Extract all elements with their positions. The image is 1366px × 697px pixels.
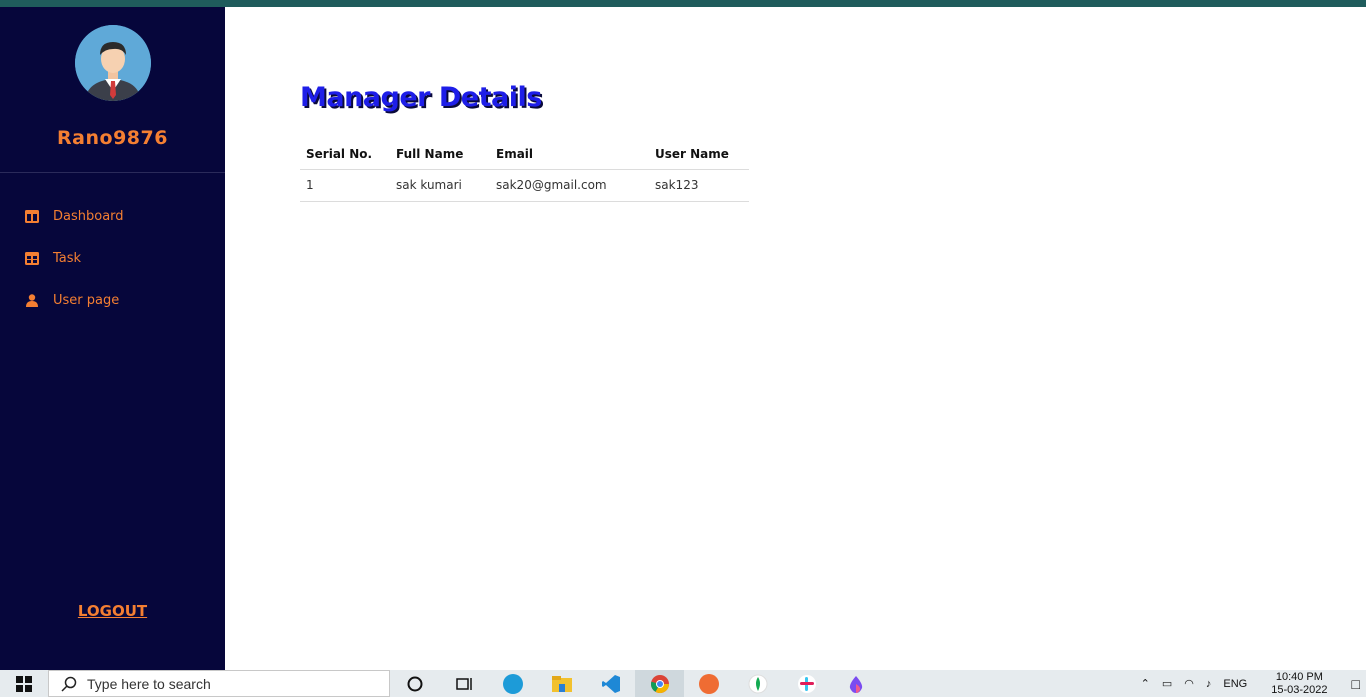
column-header-full-name: Full Name (390, 141, 490, 170)
postman-icon[interactable] (684, 670, 733, 697)
column-header-email: Email (490, 141, 649, 170)
cell-email: sak20@gmail.com (490, 169, 649, 202)
sidebar-item-label: User page (53, 292, 120, 308)
search-placeholder: Type here to search (87, 675, 211, 692)
cortana-icon[interactable] (390, 670, 439, 697)
user-icon (24, 292, 40, 308)
language-indicator[interactable]: ENG (1223, 678, 1247, 690)
search-icon (61, 676, 77, 692)
sidebar-item-label: Dashboard (53, 208, 124, 224)
columns-icon (24, 208, 40, 224)
edge-icon[interactable] (488, 670, 537, 697)
notification-icon[interactable]: □ (1352, 676, 1360, 692)
windows-icon (16, 675, 32, 692)
cell-full-name: sak kumari (390, 169, 490, 202)
taskbar-search-input[interactable]: Type here to search (48, 670, 390, 697)
sidebar-divider (0, 172, 225, 173)
sidebar: Rano9876 Dashboard Task User page LOGOUT (0, 7, 225, 670)
clock[interactable]: 10:40 PM 15-03-2022 (1265, 671, 1333, 697)
page-title: Manager Details (300, 82, 542, 113)
sidebar-item-user-page[interactable]: User page (24, 289, 119, 311)
system-tray: ⌃ ▭ ◠ ♪ ENG 10:40 PM 15-03-2022 □ (1135, 670, 1366, 697)
sidebar-item-dashboard[interactable]: Dashboard (24, 205, 124, 227)
sidebar-item-label: Task (53, 250, 82, 266)
start-button[interactable] (0, 670, 48, 697)
mongodb-compass-icon[interactable] (733, 670, 782, 697)
file-explorer-icon[interactable] (537, 670, 586, 697)
wifi-icon[interactable]: ◠ (1184, 677, 1194, 690)
vscode-icon[interactable] (586, 670, 635, 697)
volume-icon[interactable]: ♪ (1206, 678, 1212, 690)
manager-details-table: Serial No. Full Name Email User Name 1 s… (300, 141, 749, 202)
slack-icon[interactable] (782, 670, 831, 697)
clock-time: 10:40 PM (1275, 670, 1323, 683)
username: Rano9876 (57, 127, 168, 149)
table-header-row: Serial No. Full Name Email User Name (300, 141, 749, 170)
avatar (75, 25, 151, 101)
cell-serial: 1 (300, 169, 390, 202)
table-row: 1 sak kumari sak20@gmail.com sak123 (300, 169, 749, 202)
app-icon[interactable] (831, 670, 880, 697)
battery-icon[interactable]: ▭ (1162, 677, 1172, 690)
taskbar: Type here to search ⌃ ▭ ◠ ♪ ENG 10:40 PM… (0, 670, 1366, 697)
clock-date: 15-03-2022 (1271, 683, 1328, 696)
logout-link[interactable]: LOGOUT (0, 602, 225, 620)
cell-user-name: sak123 (649, 169, 749, 202)
table-icon (24, 250, 40, 266)
column-header-user-name: User Name (649, 141, 749, 170)
window-top-bar (0, 0, 1366, 7)
task-view-icon[interactable] (439, 670, 488, 697)
avatar-image (75, 25, 151, 101)
main-content: Manager Details Serial No. Full Name Ema… (225, 7, 1366, 670)
column-header-serial: Serial No. (300, 141, 390, 170)
sidebar-item-task[interactable]: Task (24, 247, 81, 269)
chevron-up-icon[interactable]: ⌃ (1141, 677, 1150, 690)
chrome-icon[interactable] (635, 670, 684, 697)
